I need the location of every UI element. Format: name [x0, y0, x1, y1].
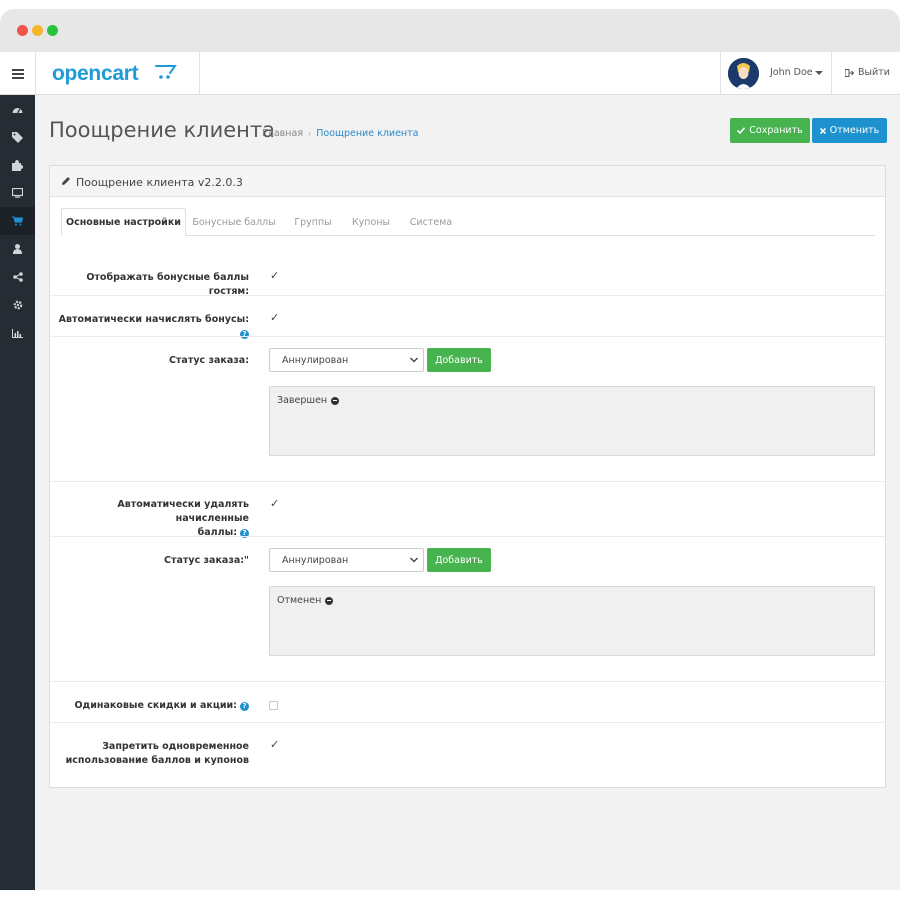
row-divider	[50, 681, 885, 682]
remove-icon[interactable]	[325, 596, 334, 605]
gear-icon	[13, 300, 22, 310]
sidebar-item-sales[interactable]	[0, 207, 35, 235]
row-divider	[50, 336, 885, 337]
help-icon[interactable]: ?	[240, 330, 249, 339]
order-status-2-list: Отменен	[269, 586, 875, 656]
browser-window: opencart John Doe Выйти Поощрение клиент…	[0, 9, 900, 890]
add-status-2-button[interactable]: Добавить	[427, 548, 491, 572]
caret-down-icon	[815, 71, 823, 75]
cancel-button[interactable]: Отменить	[812, 118, 887, 143]
page-title: Поощрение клиента	[49, 118, 275, 142]
sidebar-item-reports[interactable]	[0, 319, 35, 347]
logout-label: Выйти	[858, 67, 890, 78]
share-icon	[12, 272, 23, 282]
breadcrumb: Главная › Поощрение клиента	[262, 128, 419, 139]
chevron-down-icon	[410, 357, 418, 363]
row-divider	[50, 722, 885, 723]
tab-bonus-points[interactable]: Бонусные баллы	[191, 208, 277, 236]
close-icon	[819, 127, 826, 134]
tab-system[interactable]: Система	[403, 208, 459, 236]
minimize-window-button[interactable]	[32, 25, 43, 36]
avatar	[728, 58, 759, 89]
sidebar-item-dashboard[interactable]	[0, 95, 35, 123]
auto-remove-label: Автоматически удалять начисленные баллы:…	[117, 499, 249, 538]
add-status-1-button[interactable]: Добавить	[427, 348, 491, 372]
forbid-combined-checkbox[interactable]: ✓	[270, 738, 279, 751]
dashboard-icon	[12, 107, 23, 113]
shopping-cart-icon	[12, 216, 23, 226]
top-header: opencart John Doe Выйти	[0, 52, 900, 95]
chevron-down-icon	[410, 557, 418, 563]
logout-link[interactable]: Выйти	[845, 67, 890, 78]
auto-remove-checkbox[interactable]: ✓	[270, 497, 279, 510]
check-icon	[737, 127, 746, 134]
user-name: John Doe	[770, 67, 813, 78]
panel-title: Поощрение клиента v2.2.0.3	[76, 176, 243, 189]
sidebar	[0, 95, 35, 890]
list-item: Отменен	[277, 595, 334, 606]
breadcrumb-home[interactable]: Главная	[262, 128, 303, 139]
show-to-guests-checkbox[interactable]: ✓	[270, 269, 279, 282]
remove-icon[interactable]	[331, 396, 340, 405]
pencil-icon	[62, 177, 70, 185]
maximize-window-button[interactable]	[47, 25, 58, 36]
order-status-2-select[interactable]: Аннулирован	[269, 548, 424, 572]
logo[interactable]: opencart	[35, 52, 200, 95]
sidebar-item-system[interactable]	[0, 291, 35, 319]
same-discounts-label: Одинаковые скидки и акции:?	[74, 699, 249, 713]
same-discounts-checkbox[interactable]	[269, 701, 278, 710]
user-menu[interactable]: John Doe	[720, 52, 832, 95]
tags-icon	[12, 131, 23, 143]
window-titlebar	[0, 9, 900, 52]
row-divider	[50, 481, 885, 482]
bar-chart-icon	[12, 328, 23, 338]
tab-general-settings[interactable]: Основные настройки	[61, 208, 186, 236]
row-divider	[50, 536, 885, 537]
desktop-icon	[12, 188, 23, 198]
logo-text: opencart	[52, 62, 139, 85]
main-content: Поощрение клиента Главная › Поощрение кл…	[35, 95, 900, 890]
close-window-button[interactable]	[17, 25, 28, 36]
row-divider	[50, 295, 885, 296]
order-status-1-list: Завершен	[269, 386, 875, 456]
tab-groups[interactable]: Группы	[285, 208, 341, 236]
tab-coupons[interactable]: Купоны	[345, 208, 397, 236]
cart-logo-icon	[155, 65, 177, 79]
help-icon[interactable]: ?	[240, 702, 249, 711]
sidebar-item-extensions[interactable]	[0, 151, 35, 179]
list-item: Завершен	[277, 395, 340, 406]
sidebar-item-customers[interactable]	[0, 235, 35, 263]
hamburger-icon	[11, 68, 24, 79]
settings-panel: Поощрение клиента v2.2.0.3 Основные наст…	[49, 165, 886, 788]
sign-out-icon	[845, 68, 854, 77]
auto-accrue-checkbox[interactable]: ✓	[270, 311, 279, 324]
sidebar-item-marketing[interactable]	[0, 263, 35, 291]
order-status-1-label: Статус заказа:	[168, 355, 249, 366]
order-status-1-select[interactable]: Аннулирован	[269, 348, 424, 372]
forbid-combined-label: Запретить одновременное использование ба…	[65, 741, 249, 766]
sidebar-item-catalog[interactable]	[0, 123, 35, 151]
breadcrumb-separator: ›	[308, 129, 312, 138]
tab-bar: Основные настройки Бонусные баллы Группы…	[61, 208, 875, 236]
save-button[interactable]: Сохранить	[730, 118, 810, 143]
user-icon	[13, 244, 22, 254]
sidebar-item-design[interactable]	[0, 179, 35, 207]
menu-toggle-button[interactable]	[0, 52, 35, 95]
order-status-2-label: Статус заказа:"	[164, 555, 249, 566]
panel-heading: Поощрение клиента v2.2.0.3	[50, 166, 885, 197]
puzzle-icon	[12, 159, 23, 171]
breadcrumb-current[interactable]: Поощрение клиента	[316, 128, 418, 139]
